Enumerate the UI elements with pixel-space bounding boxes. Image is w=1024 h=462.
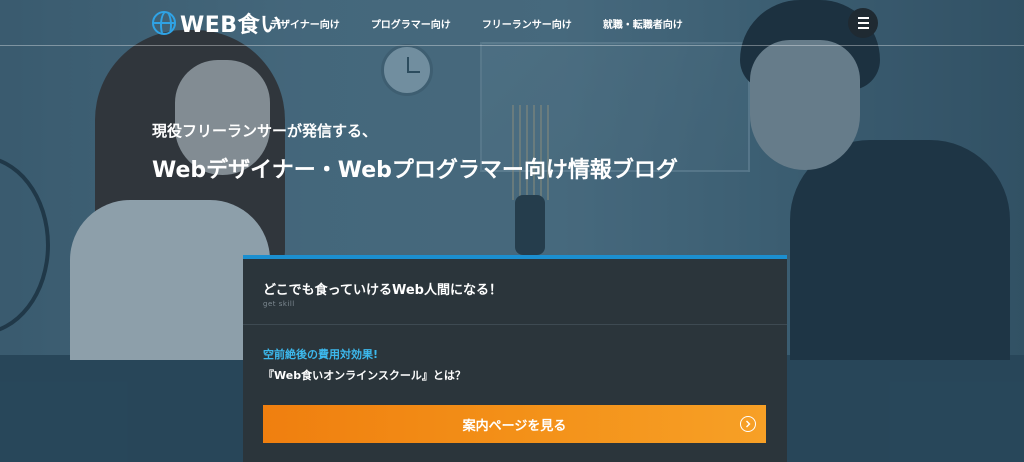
globe-icon [152, 11, 176, 35]
cta-label: 案内ページを見る [462, 418, 567, 434]
hamburger-menu-button[interactable] [848, 8, 878, 38]
hamburger-menu-icon [857, 17, 869, 19]
guide-page-button[interactable]: 案内ページを見る [263, 405, 766, 443]
card-title: どこでも食っていけるWeb人間になる！ [263, 283, 502, 298]
hero-section: WEB食い デザイナー向け プログラマー向け フリーランサー向け 就職・転職者向… [0, 0, 1024, 462]
site-header: WEB食い デザイナー向け プログラマー向け フリーランサー向け 就職・転職者向… [0, 0, 1024, 46]
site-logo[interactable]: WEB食い [152, 10, 283, 38]
card-accent-text: 空前絶後の費用対効果! [263, 348, 379, 361]
nav-item-designer[interactable]: デザイナー向け [270, 16, 340, 31]
nav-item-freelancer[interactable]: フリーランサー向け [482, 16, 572, 31]
card-text: 『Web食いオンラインスクール』とは？ [263, 369, 466, 382]
card-header: どこでも食っていけるWeb人間になる！ get skill [243, 259, 787, 325]
logo-text: WEB食い [180, 13, 283, 38]
nav-item-job-seeker[interactable]: 就職・転職者向け [603, 16, 683, 31]
hero-subtitle: 現役フリーランサーが発信する、 [152, 122, 378, 140]
school-promo-card: どこでも食っていけるWeb人間になる！ get skill 空前絶後の費用対効果… [243, 255, 787, 462]
chevron-right-circle-icon [740, 416, 756, 432]
global-nav: デザイナー向け プログラマー向け フリーランサー向け 就職・転職者向け [270, 0, 714, 46]
card-subtitle: get skill [263, 300, 295, 308]
nav-item-programmer[interactable]: プログラマー向け [371, 16, 451, 31]
hero-title: Webデザイナー・Webプログラマー向け情報ブログ [152, 158, 678, 183]
